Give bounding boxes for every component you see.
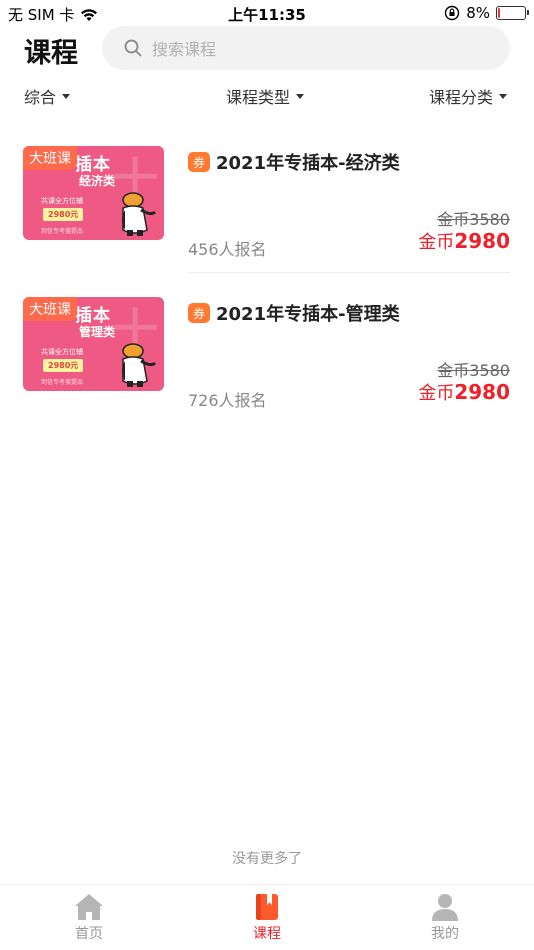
class-type-tag: 大班课 <box>23 297 77 321</box>
class-type-tag: 大班课 <box>23 146 77 170</box>
header: 课程 搜索课程 <box>0 26 534 72</box>
orientation-lock-icon <box>445 5 460 21</box>
course-title: 2021年专插本-管理类 <box>216 304 400 325</box>
thumbnail-text: 共课全方位辅 <box>41 197 83 205</box>
course-thumbnail: 十 插本 管理类 共课全方位辅 2980元 到信专考搜提品 大班课 <box>23 297 164 391</box>
thumbnail-subtitle: 经济类 <box>79 174 116 188</box>
caret-down-icon <box>296 93 305 99</box>
tab-profile[interactable]: 我的 <box>385 893 505 943</box>
filter-course-category[interactable]: 课程分类 <box>429 84 508 108</box>
course-title: 2021年专插本-经济类 <box>216 153 400 174</box>
tab-bar: 首页 课程 我的 <box>0 884 534 950</box>
course-thumbnail: 十 插本 经济类 共课全方位辅 2980元 到信专考搜提品 大班课 <box>23 146 164 240</box>
course-item[interactable]: 十 插本 管理类 共课全方位辅 2980元 到信专考搜提品 大班课 券 2021… <box>0 297 534 427</box>
filter-course-type[interactable]: 课程类型 <box>226 84 305 108</box>
sale-price: 金币2980 <box>418 379 510 405</box>
enrolled-count: 456人报名 <box>188 240 267 259</box>
original-price: 金币3580 <box>437 210 510 229</box>
course-item[interactable]: 十 插本 经济类 共课全方位辅 2980元 到信专考搜提品 大班课 券 2021… <box>0 146 534 276</box>
price-value: 2980 <box>454 229 510 253</box>
caret-down-icon <box>499 93 508 99</box>
course-title-row: 券 2021年专插本-经济类 <box>188 149 400 175</box>
tab-label: 我的 <box>431 926 459 942</box>
thumbnail-text: 共课全方位辅 <box>41 348 83 356</box>
thumbnail-price: 2980元 <box>43 208 84 221</box>
filter-bar: 综合 课程类型 课程分类 <box>0 84 534 112</box>
coupon-badge: 券 <box>188 303 210 323</box>
filter-label: 课程类型 <box>226 88 291 107</box>
status-right: 8% <box>444 4 529 22</box>
search-input[interactable]: 搜索课程 <box>102 26 510 70</box>
original-price: 金币3580 <box>437 361 510 380</box>
tab-home[interactable]: 首页 <box>29 893 149 943</box>
search-icon <box>124 39 142 57</box>
page-title: 课程 <box>24 38 78 69</box>
tab-courses[interactable]: 课程 <box>207 893 327 943</box>
divider <box>188 272 510 273</box>
thumbnail-subtitle: 管理类 <box>79 325 116 339</box>
sale-price: 金币2980 <box>418 228 510 254</box>
filter-label: 课程分类 <box>429 88 494 107</box>
battery-level <box>498 8 500 18</box>
home-icon <box>75 894 103 920</box>
enrolled-count: 726人报名 <box>188 391 267 410</box>
thumbnail-text: 到信专考搜提品 <box>41 228 84 235</box>
tab-label: 课程 <box>253 926 281 942</box>
coupon-badge: 券 <box>188 152 210 172</box>
battery-icon <box>496 6 529 20</box>
search-placeholder: 搜索课程 <box>152 40 217 59</box>
mascot-illustration <box>122 343 157 387</box>
thumbnail-price: 2980元 <box>43 359 84 372</box>
caret-down-icon <box>62 93 71 99</box>
tab-label: 首页 <box>75 926 103 942</box>
battery-percent: 8% <box>466 4 490 22</box>
filter-comprehensive[interactable]: 综合 <box>24 84 71 108</box>
status-bar: 无 SIM 卡 上午11:35 8% <box>0 0 534 28</box>
thumbnail-text: 到信专考搜提品 <box>41 379 84 386</box>
mascot-illustration <box>122 192 157 236</box>
user-icon <box>432 894 458 921</box>
book-icon <box>256 894 278 920</box>
price-currency: 金币 <box>418 383 455 404</box>
price-currency: 金币 <box>418 232 455 253</box>
course-title-row: 券 2021年专插本-管理类 <box>188 300 400 326</box>
no-more-label: 没有更多了 <box>232 851 302 867</box>
filter-label: 综合 <box>24 88 57 107</box>
price-value: 2980 <box>454 380 510 404</box>
